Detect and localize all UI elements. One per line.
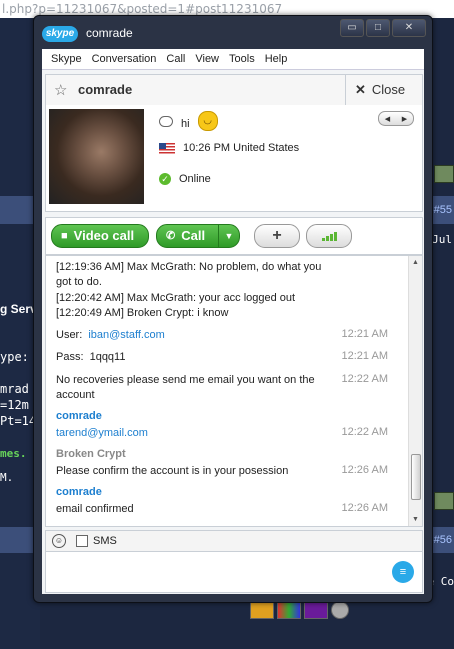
message-time: 12:26 AM (341, 464, 388, 476)
star-icon[interactable]: ☆ (54, 81, 67, 99)
forum-reply-icon[interactable] (434, 165, 454, 183)
conversation-panel: Skype Conversation Call View Tools Help … (42, 49, 424, 594)
chat-message: User: iban@staff.com (56, 328, 356, 343)
forum-fragment: g Serv (0, 302, 37, 316)
avatar[interactable] (49, 109, 144, 204)
action-bar: ■ Video call ✆ Call ▼ + (45, 217, 423, 255)
skype-small-icon[interactable] (331, 601, 349, 619)
forum-reply-icon[interactable] (434, 492, 454, 510)
forum-fragment: Pt=14 (0, 414, 37, 428)
call-label: Call (181, 228, 206, 243)
close-conversation-button[interactable]: ✕ Close (345, 75, 422, 105)
menu-tools[interactable]: Tools (224, 53, 260, 65)
us-flag-icon (159, 142, 175, 154)
profile-nav-arrows[interactable]: ◀ ▶ (378, 111, 414, 126)
chat-line: [12:20:42 AM] Max McGrath: your acc logg… (56, 292, 296, 304)
forum-fragment: M. (0, 471, 14, 484)
message-time: 12:21 AM (341, 350, 388, 362)
message-time: 12:26 AM (341, 502, 388, 514)
chat-message: account (56, 389, 95, 401)
window-close-button[interactable]: ✕ (392, 19, 426, 37)
message-time: 12:21 AM (341, 328, 388, 340)
phone-icon: ✆ (166, 230, 176, 242)
message-input[interactable]: ≡ (45, 551, 423, 593)
signal-bar (334, 232, 337, 241)
scroll-thumb[interactable] (411, 454, 421, 500)
pass-label: Pass: (56, 351, 84, 363)
video-call-button[interactable]: ■ Video call (51, 224, 149, 248)
menu-help[interactable]: Help (260, 53, 293, 65)
chat-message: Please confirm the account is in your po… (56, 465, 289, 477)
msn-icon[interactable] (277, 601, 301, 619)
call-quality-button[interactable] (306, 224, 352, 248)
call-button[interactable]: ✆ Call ▼ (156, 224, 240, 248)
scroll-down-icon[interactable]: ▼ (412, 516, 419, 523)
call-dropdown-icon[interactable]: ▼ (218, 225, 239, 247)
contact-profile: hi ◡ 10:26 PM United States ✓ Online ◀ ▶ (45, 105, 423, 212)
chat-line: got to do. (56, 276, 102, 288)
send-message-icon[interactable]: ≡ (392, 561, 414, 583)
chat-line: [12:20:49 AM] Broken Crypt: i know (56, 307, 229, 319)
arrow-right-icon[interactable]: ▶ (402, 115, 407, 123)
user-email-link[interactable]: iban@staff.com (88, 329, 164, 341)
forum-post-number: #55 (433, 204, 452, 216)
menu-skype[interactable]: Skype (46, 53, 87, 65)
skype-logo: skype (42, 26, 78, 42)
menu-call[interactable]: Call (161, 53, 190, 65)
signal-bar (322, 238, 325, 241)
menu-conversation[interactable]: Conversation (87, 53, 162, 65)
skype-window: skype comrade ▭ □ ✕ Skype Conversation C… (33, 15, 433, 603)
menu-bar: Skype Conversation Call View Tools Help (42, 49, 424, 70)
video-call-label: Video call (73, 228, 135, 243)
online-status-icon: ✓ (159, 173, 171, 185)
contact-header: ☆ comrade ✕ Close (45, 74, 423, 106)
forum-fragment: Jul (432, 233, 452, 246)
signal-bar (326, 236, 329, 241)
forum-post-number: #56 (433, 534, 452, 546)
contact-name: comrade (78, 82, 133, 97)
user-label: User: (56, 329, 83, 341)
title-bar: skype comrade ▭ □ ✕ (34, 16, 432, 49)
forum-fragment: ype: (0, 350, 29, 364)
forum-fragment: mrad (0, 382, 29, 396)
chat-line: [12:19:36 AM] Max McGrath: No problem, d… (56, 261, 322, 273)
sender-name: comrade (56, 486, 102, 498)
message-time: 12:22 AM (341, 373, 388, 385)
local-time: 10:26 PM United States (183, 142, 300, 154)
close-icon: ✕ (355, 82, 366, 97)
chat-message: No recoveries please send me email you w… (56, 374, 315, 386)
chat-message: email confirmed (56, 503, 134, 515)
online-status: Online (179, 173, 211, 185)
chat-scrollbar[interactable]: ▲ ▼ (408, 256, 422, 526)
pass-value: 1qqq11 (89, 351, 126, 363)
maximize-button[interactable]: □ (366, 19, 390, 37)
emoticon-icon[interactable]: ☺ (52, 534, 66, 548)
signal-bar (330, 234, 333, 241)
add-button[interactable]: + (254, 224, 300, 248)
sender-name: Broken Crypt (56, 448, 126, 460)
scroll-up-icon[interactable]: ▲ (412, 259, 419, 266)
sms-label: SMS (93, 535, 117, 547)
mood-text: hi (181, 118, 190, 130)
email-link[interactable]: tarend@ymail.com (56, 426, 356, 441)
sms-checkbox[interactable] (76, 535, 88, 547)
smile-emoticon-icon: ◡ (197, 111, 218, 131)
window-title: comrade (86, 26, 133, 40)
video-camera-icon: ■ (61, 230, 68, 242)
close-label: Close (371, 82, 406, 97)
arrow-left-icon[interactable]: ◀ (385, 115, 390, 123)
yahoo-icon[interactable] (304, 601, 328, 619)
minimize-button[interactable]: ▭ (340, 19, 364, 37)
sender-name: comrade (56, 410, 102, 422)
forum-fragment: mes. (0, 447, 27, 460)
input-toolbar: ☺ SMS (45, 530, 423, 552)
aim-icon[interactable] (250, 601, 274, 619)
message-time: 12:22 AM (341, 426, 388, 438)
forum-fragment: =12m (0, 398, 29, 412)
chat-message: Pass: 1qqq11 (56, 350, 356, 365)
menu-view[interactable]: View (190, 53, 224, 65)
chat-history: [12:19:36 AM] Max McGrath: No problem, d… (45, 255, 423, 527)
mood-bubble-icon (159, 115, 173, 127)
